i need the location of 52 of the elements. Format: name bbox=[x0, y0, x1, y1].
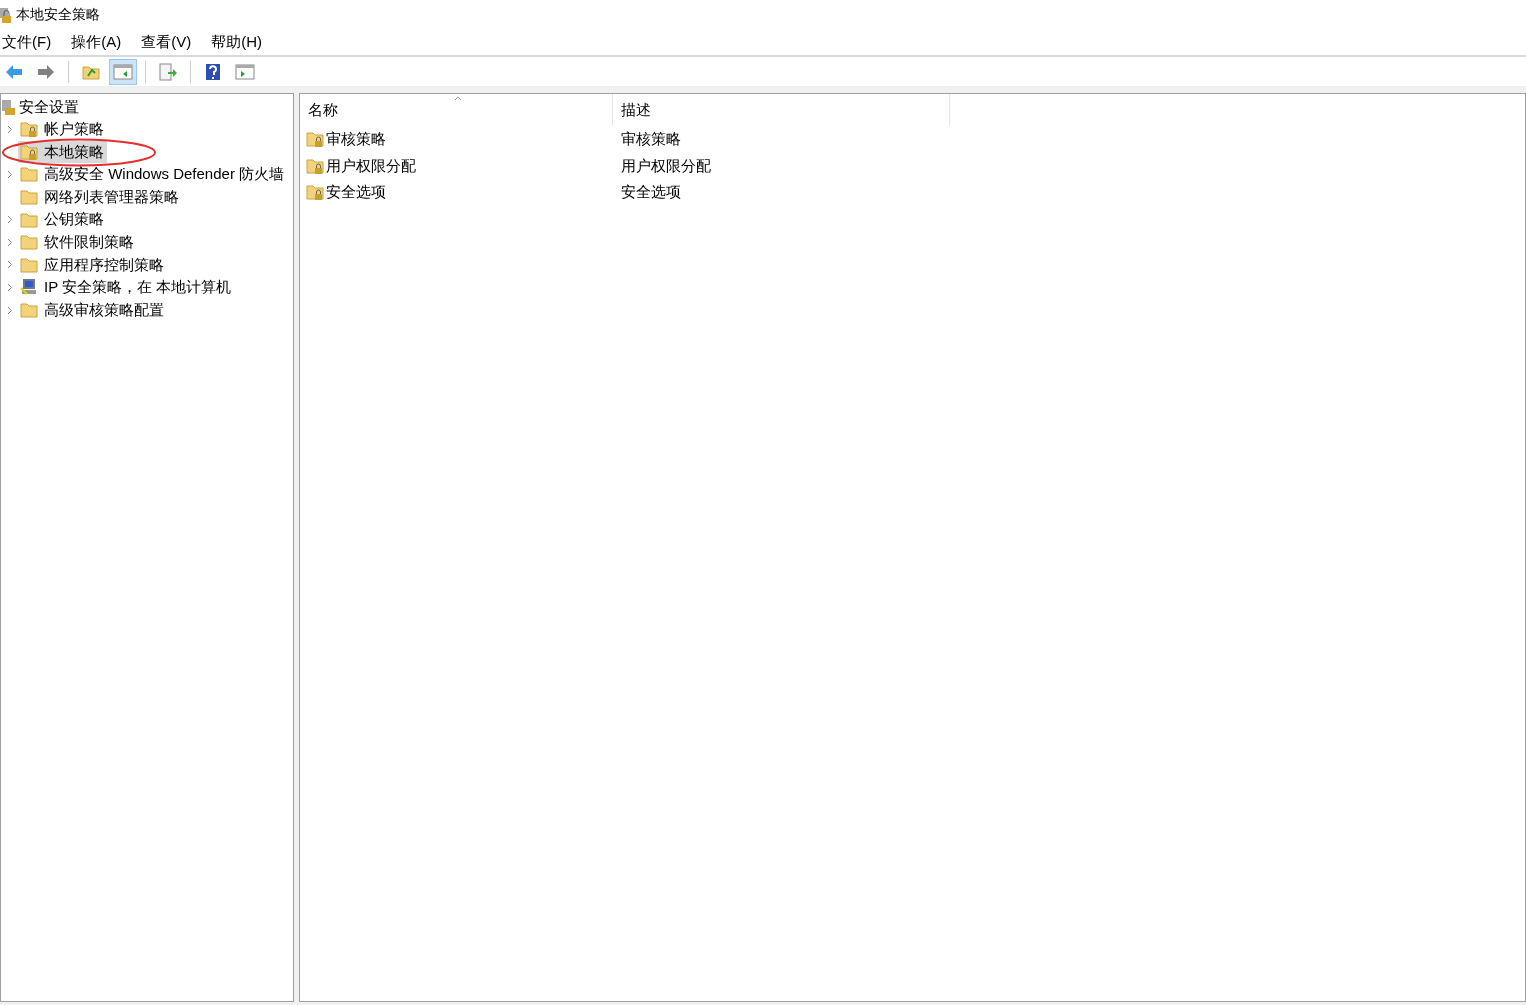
tree-label: 软件限制策略 bbox=[44, 232, 134, 252]
folder-icon bbox=[20, 233, 38, 252]
tree-label: 本地策略 bbox=[44, 141, 104, 162]
tree-label: 高级审核策略配置 bbox=[44, 299, 164, 320]
locked-folder-icon bbox=[20, 120, 38, 139]
table-cell-text: 审核策略 bbox=[620, 129, 681, 149]
tree-label: 帐户策略 bbox=[44, 119, 104, 140]
menu-item[interactable]: 查看(V) bbox=[139, 30, 194, 54]
table-cell-text: 安全选项 bbox=[620, 182, 681, 202]
folder-icon bbox=[20, 188, 38, 207]
lock-icon bbox=[0, 5, 12, 24]
tree-item[interactable]: 软件限制策略 bbox=[18, 231, 137, 254]
chevron-icon[interactable] bbox=[6, 215, 13, 225]
table-cell[interactable]: 用户权限分配 bbox=[326, 154, 416, 177]
folder-icon bbox=[20, 210, 38, 229]
tree-item[interactable]: 帐户策略 bbox=[18, 118, 107, 141]
tree-item[interactable]: 高级审核策略配置 bbox=[18, 298, 167, 322]
window-title: 本地安全策略 bbox=[16, 5, 100, 24]
computer-icon bbox=[20, 278, 38, 297]
locked-folder-icon bbox=[306, 130, 324, 149]
chevron-icon[interactable] bbox=[6, 124, 13, 134]
table-cell[interactable]: 审核策略 bbox=[326, 128, 386, 151]
chevron-icon[interactable] bbox=[6, 237, 13, 247]
menu-item[interactable]: 帮助(H) bbox=[209, 30, 264, 54]
chevron-icon[interactable] bbox=[6, 260, 13, 270]
tree-label: 网络列表管理器策略 bbox=[44, 186, 179, 207]
tree-item[interactable]: 安全设置 bbox=[19, 95, 79, 119]
console-tree-icon[interactable] bbox=[109, 58, 137, 85]
folder-icon bbox=[20, 255, 38, 274]
chevron-icon[interactable] bbox=[6, 170, 13, 179]
table-cell[interactable]: 安全选项 bbox=[326, 181, 386, 204]
column-header[interactable]: 名称 bbox=[300, 94, 613, 126]
locked-folder-icon bbox=[20, 142, 38, 161]
folder-icon bbox=[20, 165, 38, 184]
table-cell-text: 用户权限分配 bbox=[620, 155, 711, 176]
tree-item[interactable]: 公钥策略 bbox=[18, 208, 107, 231]
column-header[interactable]: 描述 bbox=[613, 94, 950, 126]
menu-item[interactable]: 操作(A) bbox=[69, 30, 124, 54]
tree-item[interactable]: IP 安全策略，在 本地计算机 bbox=[18, 276, 235, 299]
tree-label: IP 安全策略，在 本地计算机 bbox=[44, 277, 232, 298]
chevron-icon[interactable] bbox=[6, 282, 13, 292]
tree-label: 高级安全 Windows Defender 防火墙 bbox=[44, 164, 285, 185]
tree-item[interactable]: 高级安全 Windows Defender 防火墙 bbox=[18, 163, 288, 186]
chevron-icon[interactable] bbox=[6, 305, 13, 315]
tree-item[interactable]: 应用程序控制策略 bbox=[18, 253, 167, 277]
locked-folder-icon bbox=[306, 183, 324, 202]
folder-icon bbox=[20, 301, 38, 320]
tree-label: 公钥策略 bbox=[44, 209, 104, 230]
menu-item[interactable]: 文件(F) bbox=[0, 30, 54, 54]
tree-label: 应用程序控制策略 bbox=[44, 254, 164, 275]
tree-item[interactable]: 网络列表管理器策略 bbox=[18, 185, 182, 209]
locked-folder-icon bbox=[306, 156, 324, 175]
